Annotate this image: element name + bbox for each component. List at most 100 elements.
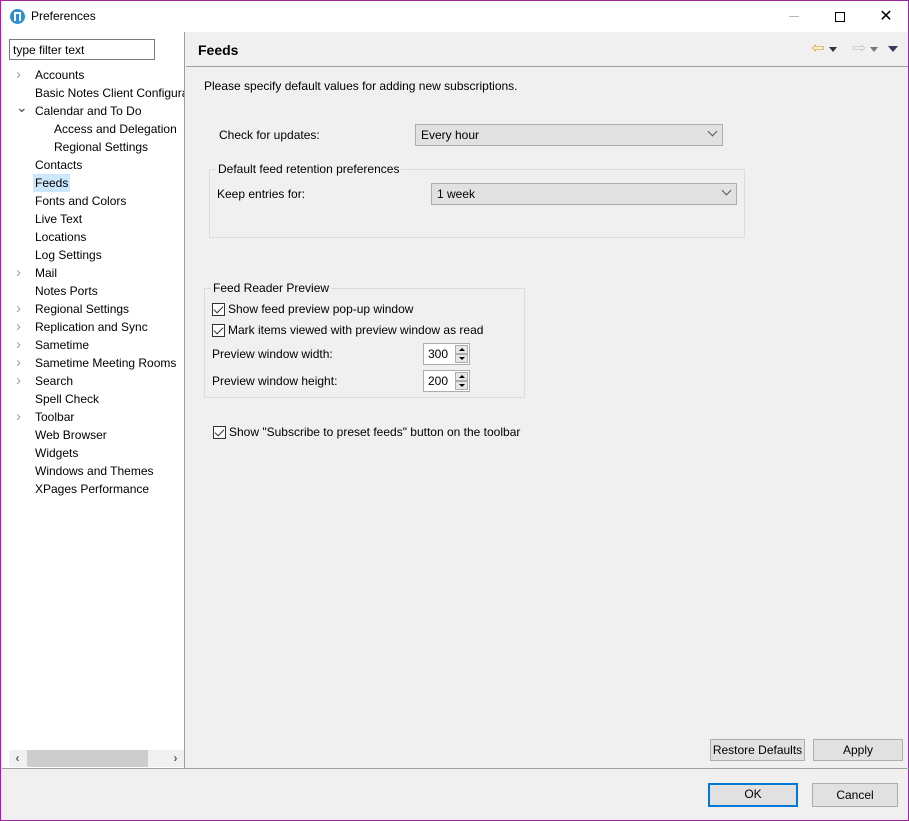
preview-width-value[interactable]: 300 bbox=[428, 347, 448, 361]
sidebar-item-feeds[interactable]: Feeds bbox=[2, 174, 184, 192]
apply-button[interactable]: Apply bbox=[813, 739, 903, 761]
sidebar-item-toolbar[interactable]: › Toolbar bbox=[2, 408, 184, 426]
increment-icon[interactable] bbox=[455, 372, 468, 381]
sidebar-item-regional-settings[interactable]: › Regional Settings bbox=[2, 300, 184, 318]
ok-button[interactable]: OK bbox=[708, 783, 798, 807]
sidebar-item-mail[interactable]: › Mail bbox=[2, 264, 184, 282]
chevron-right-icon[interactable]: › bbox=[16, 354, 28, 372]
sidebar-item-accounts[interactable]: › Accounts bbox=[2, 66, 184, 84]
window-title: Preferences bbox=[31, 9, 96, 23]
sidebar-item-basic-notes-client-configura[interactable]: Basic Notes Client Configura bbox=[2, 84, 184, 102]
sidebar-item-label: Windows and Themes bbox=[35, 464, 154, 478]
page-header: Feeds ⇦ ⇨ bbox=[186, 32, 908, 67]
increment-icon[interactable] bbox=[455, 345, 468, 354]
back-arrow-icon[interactable]: ⇦ bbox=[811, 41, 824, 57]
sidebar-item-calendar-and-to-do[interactable]: ⌄ Calendar and To Do bbox=[2, 102, 184, 120]
preview-height-label: Preview window height: bbox=[212, 374, 338, 388]
feed-reader-preview-group: Feed Reader Preview Show feed preview po… bbox=[204, 281, 525, 398]
preferences-tree: › Accounts Basic Notes Client Configura ⌄ Ca… bbox=[2, 66, 184, 498]
sidebar-item-access-and-delegation[interactable]: Access and Delegation bbox=[2, 120, 184, 138]
subscribe-button-checkbox-row[interactable]: Show "Subscribe to preset feeds" button … bbox=[213, 424, 520, 440]
sidebar-item-label: Regional Settings bbox=[35, 302, 130, 316]
cancel-button[interactable]: Cancel bbox=[812, 783, 898, 807]
chevron-right-icon[interactable]: › bbox=[16, 336, 28, 354]
sidebar-item-label: Feeds bbox=[33, 174, 71, 192]
sidebar-item-sametime-meeting-rooms[interactable]: › Sametime Meeting Rooms bbox=[2, 354, 184, 372]
keep-entries-label: Keep entries for: bbox=[217, 187, 306, 201]
sidebar-item-label: Regional Settings bbox=[54, 140, 149, 154]
check-updates-value: Every hour bbox=[421, 128, 480, 142]
sidebar-item-label: Contacts bbox=[35, 158, 83, 172]
sidebar-item-label: Log Settings bbox=[35, 248, 102, 262]
close-icon: ✕ bbox=[879, 7, 893, 25]
chevron-down-icon[interactable]: ⌄ bbox=[16, 102, 28, 116]
chevron-right-icon[interactable]: › bbox=[16, 318, 28, 336]
preferences-window: Preferences ✕ › Accounts Basic Notes Clien… bbox=[0, 0, 909, 821]
sidebar-item-sametime[interactable]: › Sametime bbox=[2, 336, 184, 354]
sidebar-item-spell-check[interactable]: Spell Check bbox=[2, 390, 184, 408]
sidebar-item-label: Replication and Sync bbox=[35, 320, 148, 334]
sidebar-item-label: Notes Ports bbox=[35, 284, 98, 298]
sidebar-item-xpages-performance[interactable]: XPages Performance bbox=[2, 480, 184, 498]
sidebar-item-windows-and-themes[interactable]: Windows and Themes bbox=[2, 462, 184, 480]
close-button[interactable]: ✕ bbox=[863, 1, 909, 32]
maximize-button[interactable] bbox=[817, 1, 863, 32]
back-dropdown-icon[interactable] bbox=[828, 46, 837, 52]
decrement-icon[interactable] bbox=[455, 354, 468, 363]
check-updates-label: Check for updates: bbox=[219, 128, 320, 142]
chevron-down-icon bbox=[707, 126, 718, 137]
sidebar-item-regional-settings[interactable]: Regional Settings bbox=[2, 138, 184, 156]
sidebar-item-label: Sametime Meeting Rooms bbox=[35, 356, 177, 370]
decrement-icon[interactable] bbox=[455, 381, 468, 390]
keep-entries-dropdown[interactable]: 1 week bbox=[431, 183, 737, 205]
sidebar-item-widgets[interactable]: Widgets bbox=[2, 444, 184, 462]
chevron-right-icon[interactable]: › bbox=[16, 300, 28, 318]
sidebar-item-contacts[interactable]: Contacts bbox=[2, 156, 184, 174]
sidebar-item-label: Mail bbox=[35, 266, 58, 280]
chevron-right-icon[interactable]: › bbox=[16, 372, 28, 390]
sidebar-item-search[interactable]: › Search bbox=[2, 372, 184, 390]
forward-dropdown-icon[interactable] bbox=[870, 46, 878, 52]
show-popup-checkbox[interactable] bbox=[212, 302, 225, 316]
check-updates-dropdown[interactable]: Every hour bbox=[415, 124, 723, 146]
chevron-right-icon[interactable]: › bbox=[16, 264, 28, 282]
filter-input[interactable] bbox=[9, 39, 155, 60]
preferences-sidebar: › Accounts Basic Notes Client Configura ⌄ Ca… bbox=[2, 32, 185, 769]
subscribe-button-checkbox[interactable] bbox=[213, 425, 226, 439]
scroll-left-icon[interactable]: ‹ bbox=[9, 750, 26, 767]
sidebar-item-label: XPages Performance bbox=[35, 482, 150, 496]
chevron-right-icon[interactable]: › bbox=[16, 66, 28, 84]
sidebar-horizontal-scrollbar[interactable]: ‹ › bbox=[9, 750, 184, 767]
sidebar-item-label: Access and Delegation bbox=[54, 122, 177, 136]
sidebar-item-locations[interactable]: Locations bbox=[2, 228, 184, 246]
mark-read-label: Mark items viewed with preview window as… bbox=[228, 323, 484, 337]
sidebar-item-label: Locations bbox=[35, 230, 87, 244]
scroll-right-icon[interactable]: › bbox=[167, 750, 184, 767]
sidebar-item-fonts-and-colors[interactable]: Fonts and Colors bbox=[2, 192, 184, 210]
sidebar-item-notes-ports[interactable]: Notes Ports bbox=[2, 282, 184, 300]
sidebar-item-label: Toolbar bbox=[35, 410, 75, 424]
sidebar-item-log-settings[interactable]: Log Settings bbox=[2, 246, 184, 264]
mark-read-checkbox[interactable] bbox=[212, 323, 225, 337]
intro-text: Please specify default values for adding… bbox=[204, 79, 518, 93]
minimize-button[interactable] bbox=[771, 1, 817, 32]
scroll-thumb[interactable] bbox=[27, 750, 148, 767]
sidebar-item-label: Sametime bbox=[35, 338, 90, 352]
preview-width-stepper[interactable]: 300 bbox=[423, 343, 470, 365]
sidebar-item-label: Spell Check bbox=[35, 392, 100, 406]
preferences-page: Feeds ⇦ ⇨ Please specify default values … bbox=[186, 32, 908, 769]
mark-read-checkbox-row[interactable]: Mark items viewed with preview window as… bbox=[212, 322, 483, 338]
sidebar-item-replication-and-sync[interactable]: › Replication and Sync bbox=[2, 318, 184, 336]
show-popup-checkbox-row[interactable]: Show feed preview pop-up window bbox=[212, 301, 413, 317]
view-menu-icon[interactable] bbox=[888, 46, 898, 52]
sidebar-item-label: Search bbox=[35, 374, 74, 388]
forward-arrow-icon[interactable]: ⇨ bbox=[853, 41, 866, 57]
preview-group-title: Feed Reader Preview bbox=[211, 281, 332, 295]
sidebar-item-live-text[interactable]: Live Text bbox=[2, 210, 184, 228]
sidebar-item-label: Widgets bbox=[35, 446, 79, 460]
chevron-right-icon[interactable]: › bbox=[16, 408, 28, 426]
restore-defaults-button[interactable]: Restore Defaults bbox=[710, 739, 805, 761]
preview-height-stepper[interactable]: 200 bbox=[423, 370, 470, 392]
sidebar-item-web-browser[interactable]: Web Browser bbox=[2, 426, 184, 444]
preview-height-value[interactable]: 200 bbox=[428, 374, 448, 388]
